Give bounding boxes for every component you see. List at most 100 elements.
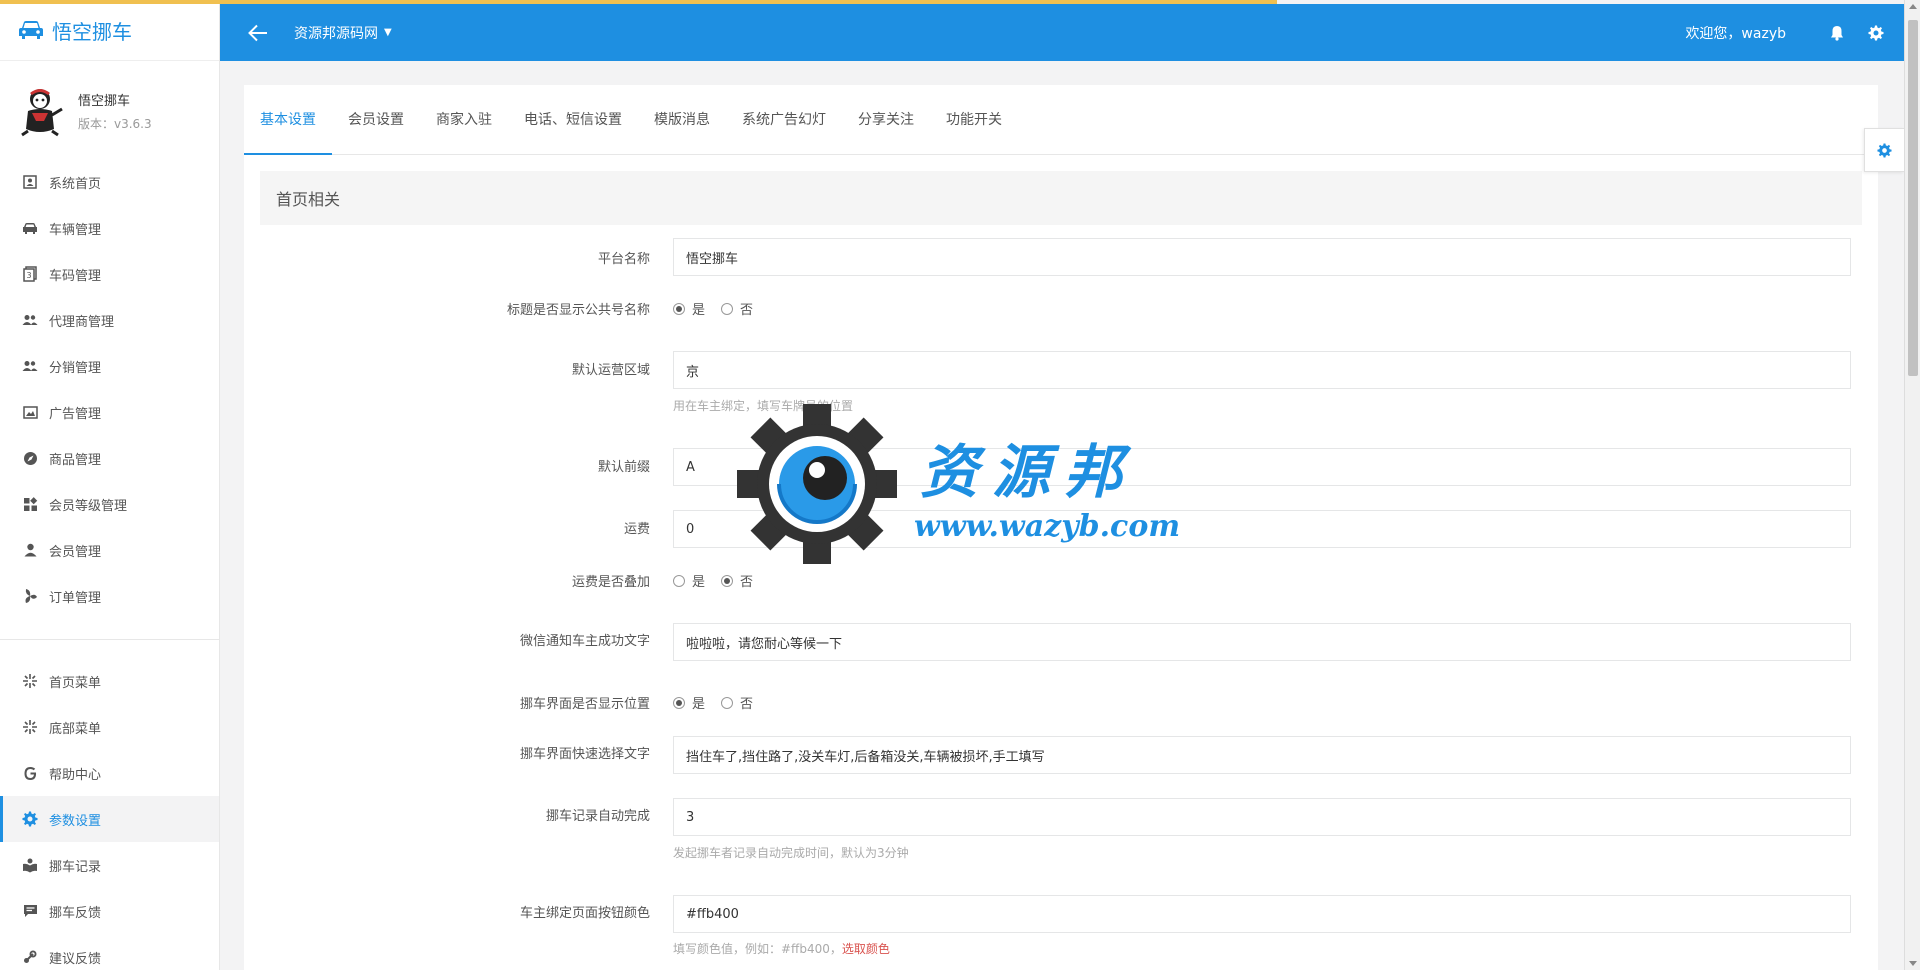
sidebar-item-agents[interactable]: 代理商管理 bbox=[0, 297, 219, 343]
fee-stack-radios: 是 否 bbox=[673, 571, 769, 590]
profile-block: 悟空挪车 版本：v3.6.3 bbox=[0, 71, 219, 151]
sidebar-item-members[interactable]: 会员管理 bbox=[0, 527, 219, 573]
sidebar-item-car-codes[interactable]: 3 车码管理 bbox=[0, 251, 219, 297]
sidebar: 悟空挪车 悟空挪车 版本：v3.6.3 系统首页 车辆管理 3 车码管理 代理商管… bbox=[0, 0, 220, 970]
sidebar-item-vehicles[interactable]: 车辆管理 bbox=[0, 205, 219, 251]
quick-texts-input[interactable]: 挡住车了,挡住路了,没关车灯,后备箱没关,车辆被损坏,手工填写 bbox=[673, 736, 1851, 774]
fee-stack-label: 运费是否叠加 bbox=[571, 575, 650, 590]
default-region-input[interactable]: 京 bbox=[673, 351, 1851, 389]
tab-basic-settings[interactable]: 基本设置 bbox=[244, 85, 332, 155]
section-title: 首页相关 bbox=[260, 171, 1862, 225]
dashboard-icon bbox=[21, 173, 39, 191]
sidebar-item-move-feedback[interactable]: 挪车反馈 bbox=[0, 888, 219, 934]
auto-complete-label: 挪车记录自动完成 bbox=[545, 809, 650, 824]
site-selector-dropdown[interactable]: 资源邦源码网 ▼ bbox=[294, 23, 392, 43]
settings-tabs: 基本设置 会员设置 商家入驻 电话、短信设置 模版消息 系统广告幻灯 分享关注 … bbox=[244, 85, 1878, 155]
wx-notify-label: 微信通知车主成功文字 bbox=[519, 634, 650, 649]
sidebar-item-bottom-menu[interactable]: 底部菜单 bbox=[0, 704, 219, 750]
help-icon bbox=[21, 764, 39, 782]
default-region-help: 用在车主绑定，填写车牌号的位置 bbox=[673, 399, 854, 413]
grid-icon bbox=[21, 495, 39, 513]
default-prefix-label: 默认前缀 bbox=[597, 460, 650, 475]
avatar[interactable] bbox=[18, 85, 66, 137]
pick-color-link[interactable]: 选取颜色 bbox=[842, 942, 890, 956]
default-region-label: 默认运营区域 bbox=[571, 363, 650, 378]
platform-name-label: 平台名称 bbox=[597, 252, 650, 267]
sidebar-item-move-records[interactable]: 挪车记录 bbox=[0, 842, 219, 888]
sidebar-item-home-menu[interactable]: 首页菜单 bbox=[0, 658, 219, 704]
car-logo-icon bbox=[19, 21, 43, 39]
sidebar-item-ads[interactable]: 广告管理 bbox=[0, 389, 219, 435]
tab-feature-switches[interactable]: 功能开关 bbox=[930, 85, 1018, 155]
scrollbar-thumb[interactable] bbox=[1908, 20, 1918, 376]
quick-texts-label: 挪车界面快速选择文字 bbox=[519, 747, 650, 762]
tab-template-messages[interactable]: 模版消息 bbox=[638, 85, 726, 155]
sparkle-icon bbox=[21, 672, 39, 690]
app-version: 版本：v3.6.3 bbox=[78, 117, 152, 131]
show-location-yes-radio[interactable]: 是 bbox=[673, 693, 705, 712]
welcome-text: 欢迎您，wazyb bbox=[1685, 25, 1786, 42]
floating-settings-button[interactable] bbox=[1864, 128, 1904, 172]
tab-merchant-join[interactable]: 商家入驻 bbox=[420, 85, 508, 155]
fan-icon bbox=[21, 587, 39, 605]
vertical-scrollbar[interactable] bbox=[1904, 0, 1920, 970]
image-icon bbox=[21, 403, 39, 421]
tab-share-follow[interactable]: 分享关注 bbox=[842, 85, 930, 155]
profile-name: 悟空挪车 bbox=[78, 94, 131, 109]
tab-member-settings[interactable]: 会员设置 bbox=[332, 85, 420, 155]
chat-icon bbox=[21, 902, 39, 920]
sidebar-menu: 系统首页 车辆管理 3 车码管理 代理商管理 分销管理 广告管理 商品管理 会员等… bbox=[0, 159, 219, 619]
bind-btn-color-help: 填写颜色值，例如：#ffb400，选取颜色 bbox=[673, 942, 890, 956]
book-icon bbox=[21, 856, 39, 874]
compass-icon bbox=[21, 449, 39, 467]
sidebar-item-help-center[interactable]: 帮助中心 bbox=[0, 750, 219, 796]
bind-btn-color-input[interactable]: #ffb400 bbox=[673, 895, 1851, 933]
auto-complete-input[interactable]: 3 bbox=[673, 798, 1851, 836]
sidebar-item-dashboard[interactable]: 系统首页 bbox=[0, 159, 219, 205]
fee-stack-no-radio[interactable]: 否 bbox=[721, 571, 753, 590]
scroll-up-arrow-icon[interactable] bbox=[1909, 4, 1917, 9]
sidebar-divider bbox=[0, 639, 219, 640]
sidebar-item-products[interactable]: 商品管理 bbox=[0, 435, 219, 481]
show-location-no-radio[interactable]: 否 bbox=[721, 693, 753, 712]
fee-stack-yes-radio[interactable]: 是 bbox=[673, 571, 705, 590]
app-logo[interactable]: 悟空挪车 bbox=[0, 0, 219, 61]
sparkle-icon bbox=[21, 718, 39, 736]
scroll-down-arrow-icon[interactable] bbox=[1909, 961, 1917, 966]
header-right: 欢迎您，wazyb bbox=[1685, 23, 1884, 43]
users-icon bbox=[21, 311, 39, 329]
settings-card: 基本设置 会员设置 商家入驻 电话、短信设置 模版消息 系统广告幻灯 分享关注 … bbox=[244, 85, 1878, 970]
bell-icon[interactable] bbox=[1830, 25, 1844, 41]
wx-notify-input[interactable]: 啦啦啦，请您耐心等候一下 bbox=[673, 623, 1851, 661]
qrcode-icon: 3 bbox=[21, 265, 39, 283]
tab-ad-slides[interactable]: 系统广告幻灯 bbox=[726, 85, 842, 155]
top-header: 资源邦源码网 ▼ 欢迎您，wazyb bbox=[220, 4, 1904, 61]
sidebar-item-settings[interactable]: 参数设置 bbox=[0, 796, 219, 842]
back-arrow-icon[interactable] bbox=[248, 24, 268, 42]
title-show-mp-no-radio[interactable]: 否 bbox=[721, 299, 753, 318]
svg-text:3: 3 bbox=[27, 271, 32, 280]
settings-gear-icon[interactable] bbox=[1868, 25, 1884, 41]
platform-name-input[interactable]: 悟空挪车 bbox=[673, 238, 1851, 276]
caret-down-icon: ▼ bbox=[384, 27, 392, 38]
shipping-fee-input[interactable]: 0 bbox=[673, 510, 1851, 548]
default-prefix-input[interactable]: A bbox=[673, 448, 1851, 486]
sidebar-item-member-levels[interactable]: 会员等级管理 bbox=[0, 481, 219, 527]
sidebar-item-distribution[interactable]: 分销管理 bbox=[0, 343, 219, 389]
sidebar-item-suggestions[interactable]: 建议反馈 bbox=[0, 934, 219, 970]
sidebar-item-orders[interactable]: 订单管理 bbox=[0, 573, 219, 619]
title-show-mp-yes-radio[interactable]: 是 bbox=[673, 299, 705, 318]
loading-progress-bar bbox=[0, 0, 1277, 4]
app-name: 悟空挪车 bbox=[52, 19, 132, 44]
sidebar-menu-secondary: 首页菜单 底部菜单 帮助中心 参数设置 挪车记录 挪车反馈 建议反馈 bbox=[0, 658, 219, 970]
shipping-fee-label: 运费 bbox=[623, 522, 650, 537]
show-location-radios: 是 否 bbox=[673, 693, 769, 712]
auto-complete-help: 发起挪车者记录自动完成时间，默认为3分钟 bbox=[673, 846, 909, 860]
gear-icon bbox=[1877, 142, 1892, 158]
users-icon bbox=[21, 357, 39, 375]
bind-btn-color-label: 车主绑定页面按钮颜色 bbox=[519, 906, 650, 921]
tab-phone-sms[interactable]: 电话、短信设置 bbox=[508, 85, 638, 155]
user-icon bbox=[21, 541, 39, 559]
title-show-mp-label: 标题是否显示公共号名称 bbox=[506, 303, 650, 318]
car-icon bbox=[21, 219, 39, 237]
